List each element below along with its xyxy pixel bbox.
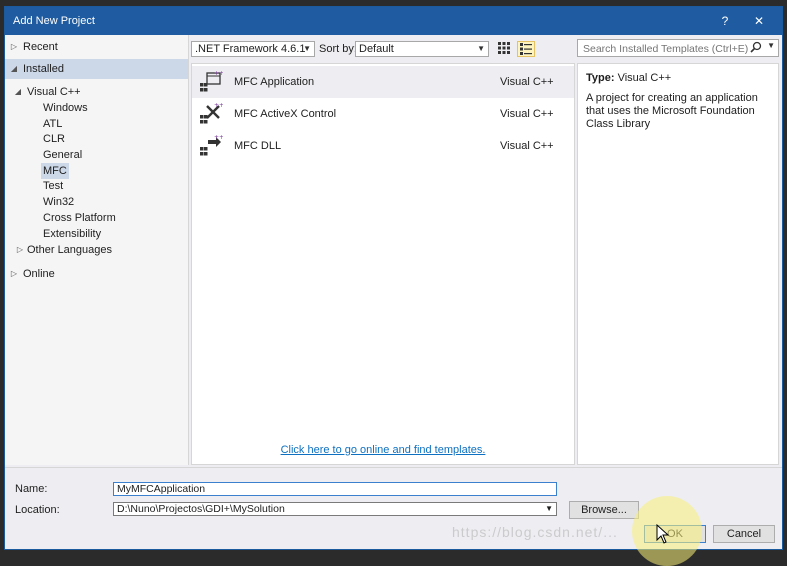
template-details-pane: Type: Visual C++ A project for creating … xyxy=(577,63,779,465)
tree-item-cross-platform[interactable]: Cross Platform xyxy=(5,210,188,226)
tree-item-test[interactable]: Test xyxy=(5,178,188,194)
tree-item-clr[interactable]: CLR xyxy=(5,131,188,147)
tree-item-label: Win32 xyxy=(43,196,75,208)
template-list: ++ MFC Application Visual C++ ++ MFC Act… xyxy=(191,63,575,465)
chevron-down-icon[interactable]: ▼ xyxy=(545,503,553,515)
chevron-down-icon: ▼ xyxy=(477,44,485,53)
template-language: Visual C++ xyxy=(500,76,554,88)
location-dropdown[interactable]: D:\Nuno\Projectos\GDI+\MySolution ▼ xyxy=(113,502,557,516)
tree-item-general[interactable]: General xyxy=(5,147,188,163)
tree-item-atl[interactable]: ATL xyxy=(5,116,188,132)
tree-item-label: Extensibility xyxy=(43,228,102,240)
search-templates-box[interactable]: ▼ xyxy=(577,39,779,57)
type-label: Type: xyxy=(586,72,615,84)
chevron-down-icon: ▼ xyxy=(303,44,311,53)
browse-button[interactable]: Browse... xyxy=(569,501,639,519)
tree-item-label: CLR xyxy=(43,133,66,145)
list-view-icon xyxy=(520,43,532,55)
framework-dropdown[interactable]: .NET Framework 4.6.1 ▼ xyxy=(191,41,315,57)
template-category-tree: ▷ Recent ◢ Installed ◢ Visual C++ Window… xyxy=(5,35,189,465)
svg-text:++: ++ xyxy=(214,134,223,141)
mouse-cursor-icon xyxy=(656,524,670,544)
mfc-activex-icon: ++ xyxy=(200,102,223,124)
tree-item-label: MFC xyxy=(41,163,69,179)
find-templates-online-link[interactable]: Click here to go online and find templat… xyxy=(192,444,574,456)
location-label: Location: xyxy=(15,504,60,516)
template-name: MFC ActiveX Control xyxy=(234,108,337,120)
chevron-down-icon[interactable]: ▼ xyxy=(767,41,775,50)
tree-item-online[interactable]: ▷ Online xyxy=(5,266,188,282)
tree-item-label: Windows xyxy=(43,102,88,114)
template-toolbar: .NET Framework 4.6.1 ▼ Sort by: Default … xyxy=(191,39,571,61)
template-item-mfc-activex-control[interactable]: ++ MFC ActiveX Control Visual C++ xyxy=(192,98,574,130)
template-name: MFC Application xyxy=(234,76,315,88)
tree-item-win32[interactable]: Win32 xyxy=(5,194,188,210)
dialog-title: Add New Project xyxy=(13,15,95,27)
collapse-arrow-icon[interactable]: ◢ xyxy=(13,84,23,100)
add-new-project-dialog: Add New Project ? ✕ ▷ Recent ◢ Installed… xyxy=(4,6,783,550)
svg-text:++: ++ xyxy=(214,70,223,77)
tree-item-label: Recent xyxy=(23,41,58,53)
title-bar: Add New Project ? ✕ xyxy=(5,7,782,35)
svg-text:++: ++ xyxy=(214,102,223,109)
template-language: Visual C++ xyxy=(500,140,554,152)
project-name-field[interactable] xyxy=(113,482,557,496)
tree-item-extensibility[interactable]: Extensibility xyxy=(5,226,188,242)
tree-item-label: Test xyxy=(43,180,64,192)
collapse-arrow-icon[interactable]: ◢ xyxy=(9,59,19,79)
watermark-text: https://blog.csdn.net/... xyxy=(452,524,618,540)
sort-by-dropdown[interactable]: Default ▼ xyxy=(355,41,489,57)
list-view-button[interactable] xyxy=(517,41,535,57)
mfc-dll-icon: ++ xyxy=(200,134,223,156)
close-button[interactable]: ✕ xyxy=(748,11,770,31)
tree-item-other-languages[interactable]: ▷ Other Languages xyxy=(5,242,188,258)
search-icon[interactable] xyxy=(750,41,762,53)
tree-item-windows[interactable]: Windows xyxy=(5,100,188,116)
framework-value: .NET Framework 4.6.1 xyxy=(195,43,306,55)
tree-item-label: Online xyxy=(23,268,55,280)
template-description: A project for creating an application th… xyxy=(586,92,758,130)
tree-item-installed[interactable]: ◢ Installed xyxy=(5,59,188,79)
tree-item-label: ATL xyxy=(43,118,63,130)
help-button[interactable]: ? xyxy=(714,11,736,31)
location-value: D:\Nuno\Projectos\GDI+\MySolution xyxy=(117,503,285,515)
template-language: Visual C++ xyxy=(500,108,554,120)
mfc-application-icon: ++ xyxy=(200,70,223,92)
tree-item-label: Installed xyxy=(23,63,64,75)
expand-arrow-icon[interactable]: ▷ xyxy=(15,242,25,258)
tree-item-label: Visual C++ xyxy=(27,86,81,98)
grid-view-icon xyxy=(498,42,510,54)
template-item-mfc-dll[interactable]: ++ MFC DLL Visual C++ xyxy=(192,130,574,162)
tree-item-mfc[interactable]: MFC xyxy=(5,163,188,179)
template-name: MFC DLL xyxy=(234,140,282,152)
expand-arrow-icon[interactable]: ▷ xyxy=(9,39,19,55)
expand-arrow-icon[interactable]: ▷ xyxy=(9,266,19,282)
tree-item-label: Other Languages xyxy=(27,244,113,256)
cancel-button[interactable]: Cancel xyxy=(713,525,775,543)
project-name-input[interactable] xyxy=(117,483,553,495)
tree-item-label: Cross Platform xyxy=(43,212,116,224)
tree-item-recent[interactable]: ▷ Recent xyxy=(5,39,188,55)
template-item-mfc-application[interactable]: ++ MFC Application Visual C++ xyxy=(192,66,574,98)
small-icons-view-button[interactable] xyxy=(495,41,513,57)
sort-by-value: Default xyxy=(359,43,394,55)
sort-by-label: Sort by: xyxy=(319,43,357,55)
name-label: Name: xyxy=(15,483,48,495)
tree-item-visual-cpp[interactable]: ◢ Visual C++ xyxy=(5,84,188,100)
type-value: Visual C++ xyxy=(617,72,672,84)
template-type: Type: Visual C++ xyxy=(586,72,770,84)
tree-item-label: General xyxy=(43,149,83,161)
search-input[interactable] xyxy=(581,41,755,57)
